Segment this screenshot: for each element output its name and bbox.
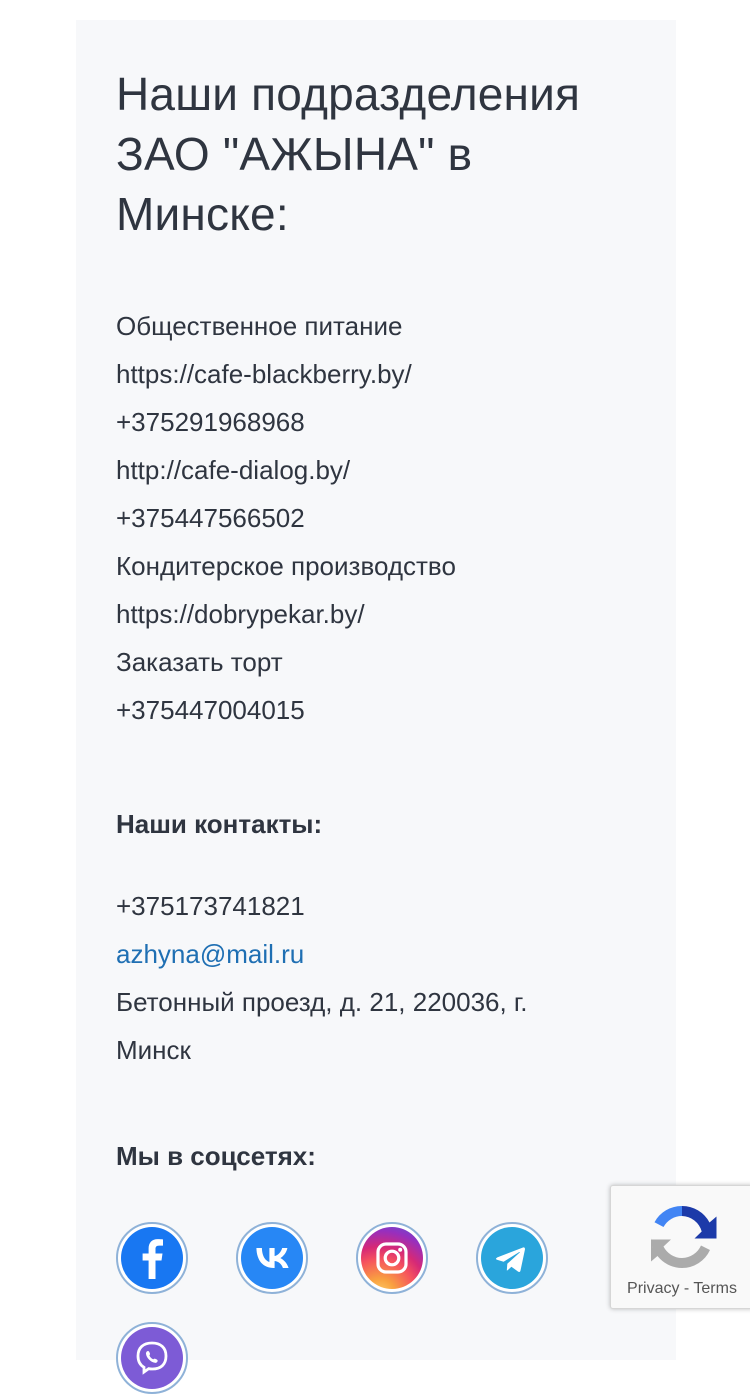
- division-label-catering: Общественное питание: [116, 311, 403, 341]
- link-cafe-dialog[interactable]: http://cafe-dialog.by/: [116, 446, 656, 494]
- instagram-icon: [361, 1227, 423, 1289]
- social-links: [116, 1222, 596, 1394]
- link-cafe-blackberry[interactable]: https://cafe-blackberry.by/: [116, 350, 656, 398]
- vk-icon: [241, 1227, 303, 1289]
- facebook-link[interactable]: [116, 1222, 188, 1294]
- recaptcha-badge[interactable]: Privacy - Terms: [610, 1185, 750, 1309]
- phone-cafe-dialog[interactable]: +375447566502: [116, 494, 656, 542]
- link-dobrypekar[interactable]: https://dobrypekar.by/: [116, 590, 656, 638]
- facebook-icon: [121, 1227, 183, 1289]
- telegram-link[interactable]: [476, 1222, 548, 1294]
- recaptcha-separator: -: [683, 1280, 690, 1297]
- order-cake-label: Заказать торт: [116, 647, 283, 677]
- recaptcha-terms-link[interactable]: Terms: [693, 1280, 737, 1297]
- content-card: Наши подразделения ЗАО "АЖЫНА" в Минске:…: [76, 20, 676, 1394]
- contacts-list: +375173741821 azhyna@mail.ru Бетонный пр…: [116, 882, 656, 1074]
- viber-icon: [121, 1327, 183, 1389]
- contact-phone[interactable]: +375173741821: [116, 882, 656, 930]
- phone-cafe-blackberry[interactable]: +375291968968: [116, 398, 656, 446]
- telegram-icon: [481, 1227, 543, 1289]
- vk-link[interactable]: [236, 1222, 308, 1294]
- division-label-confectionery: Кондитерское производство: [116, 551, 456, 581]
- recaptcha-icon: [643, 1198, 721, 1276]
- viber-link[interactable]: [116, 1322, 188, 1394]
- social-heading: Мы в соцсетях:: [116, 1141, 316, 1171]
- recaptcha-privacy-link[interactable]: Privacy: [627, 1280, 679, 1297]
- contacts-heading: Наши контакты:: [116, 809, 323, 839]
- recaptcha-links: Privacy - Terms: [611, 1280, 750, 1298]
- contact-address: Бетонный проезд, д. 21, 220036, г. Минск: [116, 987, 528, 1065]
- page-title: Наши подразделения ЗАО "АЖЫНА" в Минске:: [116, 68, 581, 240]
- contact-email-link[interactable]: azhyna@mail.ru: [116, 930, 656, 978]
- content-inner: Наши подразделения ЗАО "АЖЫНА" в Минске:…: [116, 20, 656, 1394]
- phone-order-cake[interactable]: +375447004015: [116, 686, 656, 734]
- divisions-list: Общественное питание https://cafe-blackb…: [116, 302, 656, 734]
- instagram-link[interactable]: [356, 1222, 428, 1294]
